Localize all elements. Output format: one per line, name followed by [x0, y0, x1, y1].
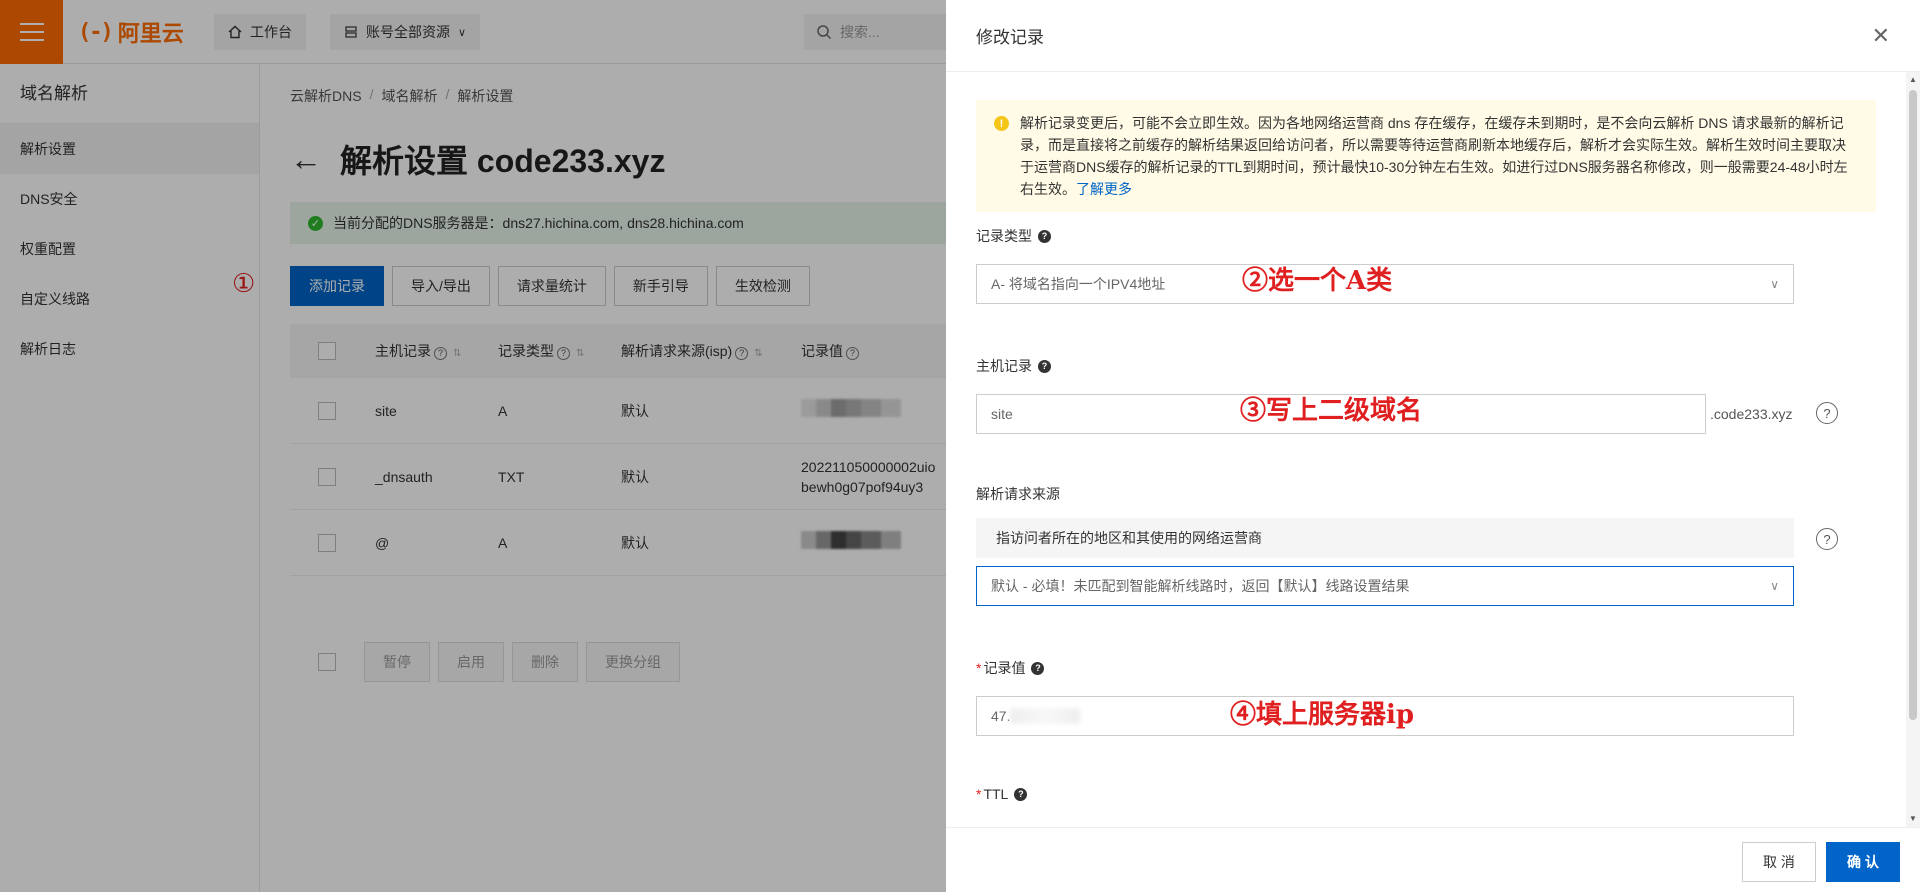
- source-description: 指访问者所在的地区和其使用的网络运营商: [976, 518, 1794, 558]
- cache-notice: ! 解析记录变更后，可能不会立即生效。因为各地网络运营商 dns 存在缓存，在缓…: [976, 100, 1876, 212]
- chevron-down-icon: ∨: [1770, 277, 1779, 291]
- edit-record-drawer: 修改记录 ✕ ! 解析记录变更后，可能不会立即生效。因为各地网络运营商 dns …: [946, 0, 1920, 892]
- required-mark: *: [976, 786, 982, 802]
- drawer-scrollbar[interactable]: ▲ ▼: [1906, 72, 1920, 827]
- cancel-button[interactable]: 取 消: [1742, 842, 1816, 882]
- chevron-down-icon: ∨: [1770, 579, 1779, 593]
- host-suffix: .code233.xyz: [1710, 406, 1793, 422]
- host-label: 主机记录 ?: [976, 356, 1051, 376]
- step4-annotation: ④填上服务器ip: [1230, 700, 1415, 730]
- drawer-header: 修改记录 ✕: [946, 0, 1920, 72]
- step2-annotation: ②选一个A类: [1242, 266, 1393, 296]
- cache-notice-text: 解析记录变更后，可能不会立即生效。因为各地网络运营商 dns 存在缓存，在缓存未…: [1020, 115, 1848, 197]
- help-circle-icon[interactable]: ?: [1816, 528, 1838, 550]
- warning-icon: !: [994, 116, 1009, 131]
- help-icon[interactable]: ?: [1038, 359, 1051, 373]
- scroll-down-icon[interactable]: ▼: [1909, 814, 1917, 823]
- help-icon[interactable]: ?: [1014, 787, 1028, 801]
- learn-more-link[interactable]: 了解更多: [1076, 181, 1132, 197]
- close-icon[interactable]: ✕: [1872, 23, 1890, 49]
- scroll-up-icon[interactable]: ▲: [1909, 75, 1917, 84]
- help-circle-icon[interactable]: ?: [1816, 402, 1838, 424]
- record-type-value: A- 将域名指向一个IPV4地址: [991, 276, 1166, 292]
- scroll-thumb[interactable]: [1909, 90, 1917, 720]
- drawer-title: 修改记录: [976, 28, 1044, 47]
- record-value-prefix: 47.: [991, 708, 1011, 724]
- help-icon[interactable]: ?: [1038, 229, 1051, 243]
- confirm-button[interactable]: 确 认: [1826, 842, 1900, 882]
- drawer-body: ! 解析记录变更后，可能不会立即生效。因为各地网络运营商 dns 存在缓存，在缓…: [946, 72, 1906, 827]
- redacted-ip: [1010, 708, 1081, 724]
- record-value-label: * 记录值 ?: [976, 658, 1045, 678]
- host-input-value: site: [991, 406, 1013, 422]
- source-select-value: 默认 - 必填！未匹配到智能解析线路时，返回【默认】线路设置结果: [991, 578, 1410, 594]
- ttl-label: * TTL ?: [976, 786, 1028, 802]
- step3-annotation: ③写上二级域名: [1240, 396, 1423, 426]
- drawer-footer: 取 消 确 认: [946, 827, 1920, 892]
- required-mark: *: [976, 660, 982, 676]
- help-icon[interactable]: ?: [1031, 661, 1045, 675]
- source-label: 解析请求来源: [976, 486, 1060, 502]
- source-select[interactable]: 默认 - 必填！未匹配到智能解析线路时，返回【默认】线路设置结果 ∨: [976, 566, 1794, 606]
- record-type-label: 记录类型 ?: [976, 226, 1051, 246]
